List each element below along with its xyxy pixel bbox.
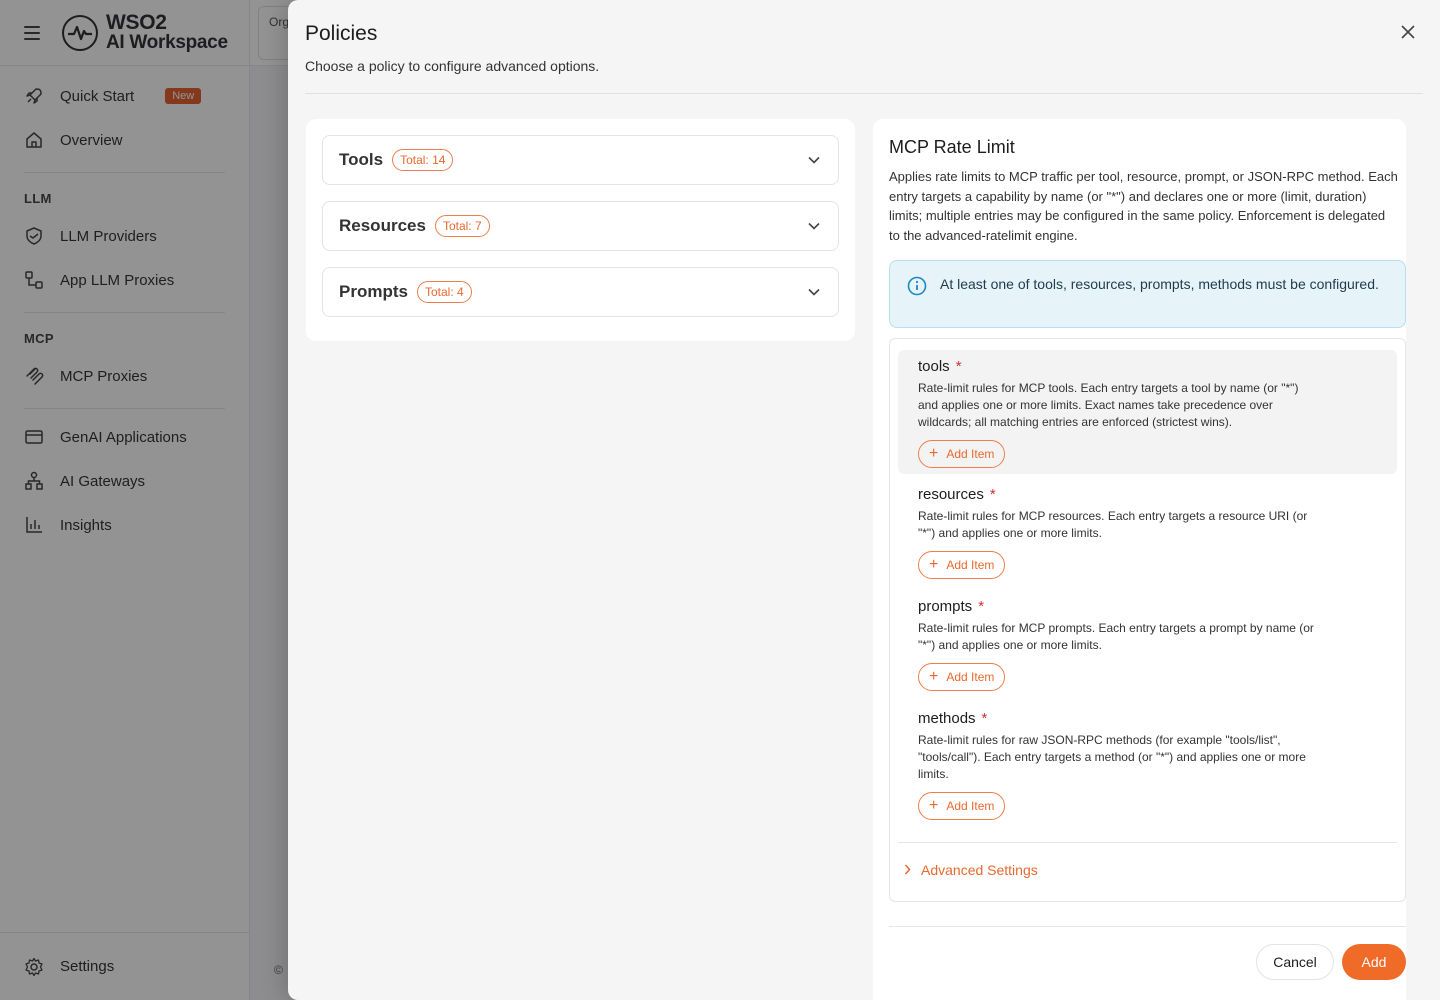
add-item-button[interactable]: + Add Item <box>918 663 1006 691</box>
field-help: Rate-limit rules for MCP prompts. Each e… <box>918 621 1314 652</box>
field-methods: methods * Rate-limit rules for raw JSON-R… <box>898 702 1397 828</box>
field-name: tools <box>918 358 950 375</box>
policy-config-panel: MCP Rate Limit Applies rate limits to MC… <box>873 119 1406 1000</box>
add-item-label: Add Item <box>946 558 995 572</box>
field-help: Rate-limit rules for MCP tools. Each ent… <box>918 381 1299 429</box>
add-item-button[interactable]: + Add Item <box>918 551 1006 579</box>
field-label: resources * <box>918 486 1377 503</box>
field-tools: tools * Rate-limit rules for MCP tools. E… <box>898 350 1397 474</box>
add-item-label: Add Item <box>946 799 995 813</box>
policy-title: MCP Rate Limit <box>889 137 1015 157</box>
field-name: methods <box>918 710 976 727</box>
chevron-down-icon <box>806 152 822 168</box>
total-badge: Total: 7 <box>434 215 490 237</box>
add-item-label: Add Item <box>946 447 995 461</box>
drawer-subtitle: Choose a policy to configure advanced op… <box>305 58 600 74</box>
advanced-settings-toggle[interactable]: Advanced Settings <box>904 862 1038 878</box>
accordion-resources[interactable]: Resources Total: 7 <box>322 201 839 251</box>
close-icon <box>1401 25 1415 39</box>
divider <box>898 842 1397 843</box>
required-marker: * <box>978 598 985 615</box>
field-name: prompts <box>918 598 973 615</box>
chevron-right-icon <box>904 862 911 878</box>
chevron-down-icon <box>806 284 822 300</box>
policies-drawer: Policies Choose a policy to configure ad… <box>288 0 1440 1000</box>
close-button[interactable] <box>1396 20 1420 44</box>
accordion-title: Prompts <box>339 282 408 301</box>
chevron-down-icon <box>806 218 822 234</box>
field-resources: resources * Rate-limit rules for MCP reso… <box>898 478 1397 587</box>
policy-categories: Tools Total: 14 Resources Total: 7 Promp… <box>306 119 855 341</box>
plus-icon: + <box>929 797 939 814</box>
add-item-button[interactable]: + Add Item <box>918 792 1006 820</box>
accordion-title: Tools <box>339 150 384 169</box>
advanced-settings-label: Advanced Settings <box>921 862 1038 878</box>
accordion-tools[interactable]: Tools Total: 14 <box>322 135 839 185</box>
field-help: Rate-limit rules for raw JSON-RPC method… <box>918 733 1306 781</box>
add-item-label: Add Item <box>946 670 995 684</box>
plus-icon: + <box>929 445 939 462</box>
required-marker: * <box>981 710 988 727</box>
total-badge: Total: 14 <box>392 149 454 171</box>
divider <box>889 926 1406 927</box>
field-help: Rate-limit rules for MCP resources. Each… <box>918 509 1308 540</box>
field-name: resources <box>918 486 984 503</box>
required-marker: * <box>989 486 996 503</box>
policy-form: tools * Rate-limit rules for MCP tools. E… <box>889 338 1406 902</box>
info-text: At least one of tools, resources, prompt… <box>940 276 1379 292</box>
accordion-title: Resources <box>339 216 426 235</box>
total-badge: Total: 4 <box>416 281 472 303</box>
divider <box>305 93 1423 94</box>
field-label: prompts * <box>918 598 1377 615</box>
required-marker: * <box>955 358 962 375</box>
field-label: tools * <box>918 358 1377 375</box>
field-label: methods * <box>918 710 1377 727</box>
add-item-button[interactable]: + Add Item <box>918 440 1006 468</box>
plus-icon: + <box>929 556 939 573</box>
plus-icon: + <box>929 668 939 685</box>
accordion-prompts[interactable]: Prompts Total: 4 <box>322 267 839 317</box>
drawer-title: Policies <box>305 22 378 45</box>
info-icon <box>907 276 927 302</box>
cancel-button[interactable]: Cancel <box>1256 944 1334 980</box>
policy-description: Applies rate limits to MCP traffic per t… <box>889 169 1398 243</box>
field-prompts: prompts * Rate-limit rules for MCP prompt… <box>898 590 1397 699</box>
add-button[interactable]: Add <box>1342 944 1406 980</box>
info-alert: At least one of tools, resources, prompt… <box>889 260 1406 328</box>
